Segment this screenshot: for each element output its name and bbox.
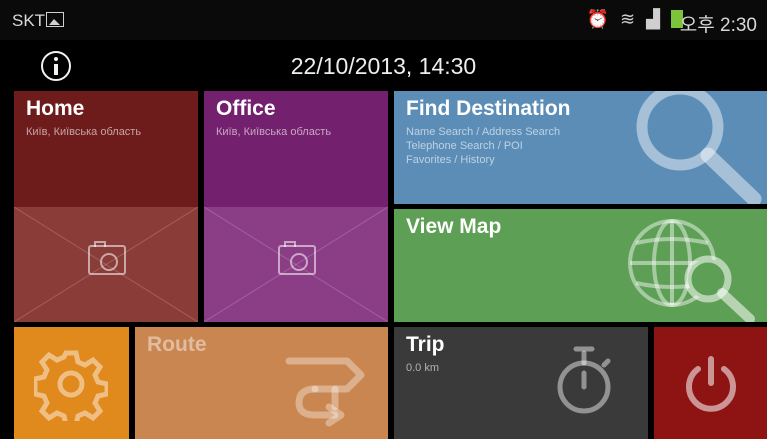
stopwatch-icon [557, 346, 611, 414]
office-title: Office [216, 97, 276, 120]
magnifier-icon [636, 91, 762, 204]
trip-distance: 0.0 km [406, 362, 440, 374]
camera-icon [88, 241, 126, 275]
home-address: Київ, Київська область [26, 126, 142, 138]
carrier-label: SKT [12, 11, 46, 30]
office-address: Київ, Київська область [216, 126, 332, 138]
settings-tile[interactable] [14, 327, 129, 439]
office-photo-placeholder[interactable] [204, 207, 388, 322]
home-tile[interactable]: Home Київ, Київська область [14, 91, 198, 322]
route-title: Route [147, 333, 207, 356]
globe-search-icon [628, 219, 755, 322]
status-time: 오후 2:30 [679, 15, 757, 36]
find-destination-tile[interactable]: Find Destination Name Search / Address S… [394, 91, 767, 204]
trip-title: Trip [406, 333, 445, 356]
camera-icon [278, 241, 316, 275]
office-tile[interactable]: Office Київ, Київська область [204, 91, 388, 322]
current-datetime: 22/10/2013, 14:30 [290, 53, 477, 79]
home-title: Home [26, 97, 85, 120]
header-bar: 22/10/2013, 14:30 [0, 42, 767, 88]
home-photo-placeholder[interactable] [14, 207, 198, 322]
alarm-icon: ⏰ [586, 9, 613, 29]
find-destination-options: Name Search / Address Search Telephone S… [406, 125, 560, 167]
status-icons: ⏰ ≋ ▟ [587, 9, 683, 30]
find-option-line: Name Search / Address Search [406, 126, 561, 138]
signal-icon: ▟ [646, 9, 663, 29]
find-option-line: Favorites / History [406, 154, 495, 166]
gear-icon [34, 350, 108, 421]
gallery-icon [46, 12, 64, 27]
view-map-tile[interactable]: View Map [394, 209, 767, 322]
status-bar: SKT ⏰ ≋ ▟ 오후 2:30 [0, 0, 767, 40]
wifi-icon: ≋ [620, 9, 639, 29]
route-tile[interactable]: Route [135, 327, 388, 439]
view-map-title: View Map [406, 215, 502, 238]
trip-tile[interactable]: Trip 0.0 km [394, 327, 648, 439]
find-option-line: Telephone Search / POI [406, 140, 523, 152]
find-destination-title: Find Destination [406, 97, 571, 120]
power-icon [686, 356, 736, 412]
exit-tile[interactable] [654, 327, 767, 439]
route-sign-icon [285, 357, 365, 427]
